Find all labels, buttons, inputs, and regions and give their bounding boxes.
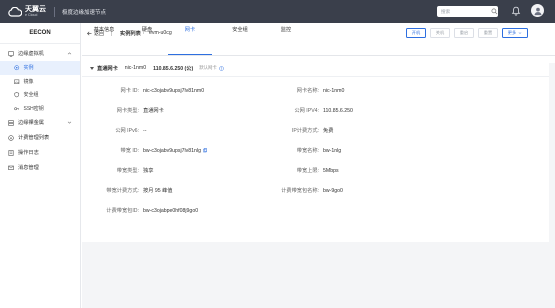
billing-package-id-value: bw-c3ojabpe0hf08j9go0 [143, 208, 199, 214]
copy-icon[interactable] [203, 148, 208, 153]
tab-security-group[interactable]: 安全组 [218, 23, 262, 35]
brand-logo[interactable]: 天翼云 e Cloud [8, 6, 46, 18]
image-icon [14, 79, 20, 84]
public-ipv6-label: 公网 IPv6: [115, 128, 139, 134]
nic-id-value: nic-c3ojabv9upsj7lv81nm0 [143, 88, 205, 94]
nic-name-label: 网卡名称: [296, 88, 319, 94]
ip-billing-label: IP计费方式: [291, 128, 319, 134]
collapse-triangle-icon[interactable] [90, 66, 94, 70]
page-header: 返回 实例列表 / evm-u0cg 开机 关机 重启 重置 更多 基本信息 硬… [82, 23, 555, 63]
sidebar-item-image[interactable]: 镜像 [0, 75, 80, 89]
nic-name-value: nic-1nm0 [323, 88, 345, 94]
more-actions-button[interactable]: 更多 [502, 28, 528, 38]
public-ipv6-value: -- [143, 128, 147, 134]
svg-text:?: ? [220, 66, 222, 70]
sidebar-item-billing[interactable]: ¥ 计费管理列表 [0, 130, 80, 145]
nic-id-label: 网卡 ID: [120, 88, 139, 94]
chevron-down-icon[interactable] [67, 120, 72, 125]
top-navbar: 天翼云 e Cloud 极度边缘加速节点 [0, 0, 555, 23]
bandwidth-billing-label: 带宽计费方式: [106, 188, 139, 194]
project-name: 极度边缘加速节点 [62, 9, 107, 16]
default-nic-tag: 默认网卡 [199, 65, 217, 70]
help-icon[interactable]: ? [218, 65, 224, 71]
sidebar-item-operation-log[interactable]: 操作日志 [0, 145, 80, 160]
global-search[interactable] [437, 6, 498, 17]
message-icon [8, 165, 14, 170]
nic-type-label: 网卡类型: [116, 108, 139, 114]
topbar-divider [54, 6, 55, 17]
nic-header[interactable]: 直通网卡 nic-1nm0 110.85.6.250 (公) 默认网卡 ? [82, 60, 549, 77]
tab-monitor[interactable]: 监控 [264, 23, 308, 35]
bandwidth-type-value: 独享 [143, 168, 154, 174]
cloud-logo-icon [8, 6, 22, 17]
sidebar-title: EECON [0, 23, 80, 44]
sidebar-item-label: 边缘裸金属 [18, 120, 44, 126]
notification-bell-icon[interactable] [511, 6, 521, 16]
tab-basic-info[interactable]: 基本信息 [82, 23, 126, 35]
search-icon[interactable] [491, 8, 498, 15]
server-icon [8, 119, 14, 126]
shutdown-button[interactable]: 关机 [430, 28, 450, 38]
search-input[interactable] [441, 7, 491, 16]
sidebar-item-label: 边缘虚拟机 [18, 51, 44, 57]
bandwidth-limit-label: 带宽上限: [296, 168, 319, 174]
sidebar-item-label: 实例 [23, 65, 34, 72]
sidebar-item-label: 消息管理 [18, 165, 39, 171]
sidebar-item-label: 安全组 [23, 92, 39, 99]
user-avatar[interactable] [531, 4, 544, 17]
bandwidth-id-label: 带宽 ID: [120, 148, 139, 154]
key-icon [14, 106, 20, 110]
bandwidth-name-value: bw-1nlg [323, 148, 342, 154]
restart-button[interactable]: 重启 [454, 28, 474, 38]
shield-icon [14, 92, 20, 98]
ip-billing-value: 免费 [323, 128, 334, 134]
tab-disk[interactable]: 硬盘 [125, 23, 169, 35]
vm-icon [8, 50, 14, 57]
public-ipv4-label: 公网 IPV4: [294, 108, 319, 114]
bandwidth-id-text: bw-c3ojabv9upsj7lv81nlg [143, 148, 201, 154]
nic-type-value: 直通网卡 [143, 108, 164, 114]
bandwidth-billing-value: 按月 95 峰值 [143, 188, 173, 194]
brand-subtitle: e Cloud [25, 12, 38, 17]
sidebar-item-bare-metal[interactable]: 边缘裸金属 [0, 115, 80, 130]
instance-icon [14, 65, 20, 71]
billing-package-name-value: bw-9go0 [323, 188, 343, 194]
billing-icon: ¥ [8, 134, 14, 141]
sidebar-item-edge-vm[interactable]: 边缘虚拟机 [0, 46, 80, 61]
user-icon [534, 7, 541, 15]
nic-type: 直通网卡 [97, 65, 118, 72]
tab-nic[interactable]: 网卡 [168, 23, 212, 35]
bandwidth-name-label: 带宽名称: [296, 148, 319, 154]
bandwidth-type-label: 带宽类型: [116, 168, 139, 174]
billing-package-name-label: 计费带宽包名称: [281, 188, 319, 194]
tabs-divider [82, 55, 555, 56]
chevron-down-icon [518, 32, 522, 34]
start-button[interactable]: 开机 [406, 28, 426, 38]
brand-name: 天翼云 [25, 5, 46, 13]
public-ipv4-value: 110.85.6.250 [323, 108, 353, 114]
nic-detail-card: 直通网卡 nic-1nm0 110.85.6.250 (公) 默认网卡 ? 网卡… [82, 60, 549, 242]
bandwidth-id-value: bw-c3ojabv9upsj7lv81nlg [143, 148, 208, 154]
sidebar-item-security-group[interactable]: 安全组 [0, 88, 80, 102]
sidebar-item-label: 镜像 [23, 78, 34, 85]
sidebar-item-messages[interactable]: 消息管理 [0, 160, 80, 175]
nic-ip: 110.85.6.250 (公) [153, 65, 194, 72]
billing-package-id-label: 计费带宽包ID: [106, 208, 139, 214]
reset-button[interactable]: 重置 [478, 28, 498, 38]
sidebar-item-label: 操作日志 [18, 150, 39, 156]
nic-name: nic-1nm0 [124, 65, 147, 71]
chevron-up-icon[interactable] [67, 51, 72, 56]
sidebar-item-label: SSH密钥 [23, 105, 44, 112]
more-label: 更多 [507, 30, 517, 35]
log-icon [8, 149, 14, 156]
bandwidth-limit-value: 5Mbps [323, 168, 339, 174]
sidebar-item-ssh-key[interactable]: SSH密钥 [0, 102, 80, 116]
sidebar-item-label: 计费管理列表 [18, 135, 50, 141]
main-content: 返回 实例列表 / evm-u0cg 开机 关机 重启 重置 更多 基本信息 硬… [82, 23, 555, 308]
sidebar-item-instance[interactable]: 实例 [0, 61, 80, 75]
sidebar: EECON 边缘虚拟机 实例 镜像 安全组 SSH密钥 边缘裸金属 ¥ 计费管理… [0, 23, 81, 308]
